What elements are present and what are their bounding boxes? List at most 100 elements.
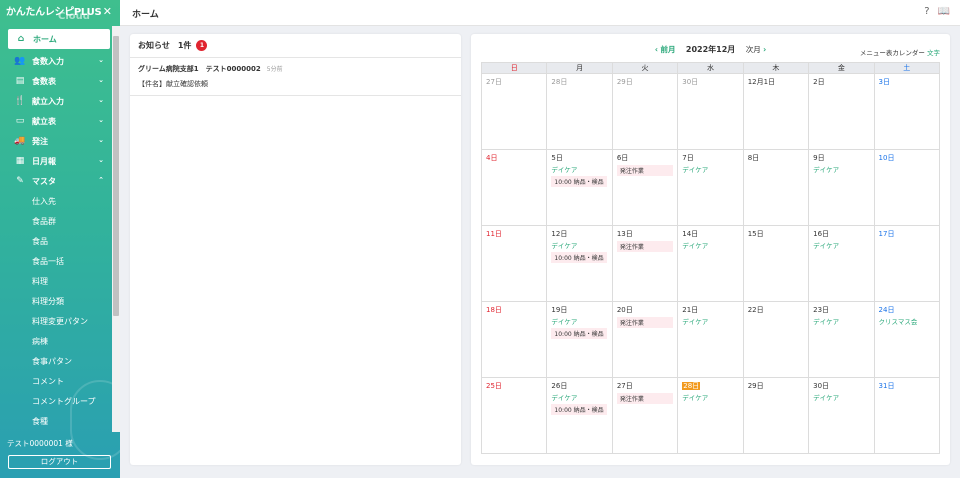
calendar-day-cell[interactable]: 11日 (480, 225, 548, 302)
day-number: 17日 (878, 230, 895, 238)
help-icon[interactable]: ? (924, 6, 929, 17)
calendar-day-cell[interactable]: 3日 (873, 73, 941, 150)
sidebar-subitem[interactable]: 食種 (0, 411, 112, 431)
calendar-day-cell[interactable]: 12月1日 (742, 73, 810, 150)
calendar-day-cell[interactable]: 12日 デイケア 10:00 納品・検品 (546, 225, 613, 302)
calendar-task-tag[interactable]: 10:00 納品・検品 (551, 176, 607, 187)
calendar-event[interactable]: デイケア (813, 392, 869, 402)
calendar-day-cell[interactable]: 19日 デイケア 10:00 納品・検品 (546, 301, 613, 378)
calendar-day-cell[interactable]: 17日 (873, 225, 941, 302)
calendar-day-cell[interactable]: 9日 デイケア (808, 149, 875, 226)
sidebar-item-5[interactable]: 🚚 発注 ⌄ (0, 131, 112, 151)
sidebar-subitem[interactable]: 病棟 (0, 331, 112, 351)
logout-button[interactable]: ログアウト (8, 455, 111, 469)
prev-month-link[interactable]: ‹ 前月 (655, 45, 676, 54)
calendar-day-cell[interactable]: 2日 (808, 73, 875, 150)
user-name: テスト0000001 様 (7, 439, 73, 448)
news-header: お知らせ 1件 1 (130, 34, 461, 58)
sidebar-subitem[interactable]: コメントグループ (0, 391, 112, 411)
calendar-day-cell[interactable]: 31日 (873, 377, 941, 454)
sidebar-scrollbar[interactable] (112, 26, 120, 432)
sidebar-subitem[interactable]: 料理分類 (0, 291, 112, 311)
news-item[interactable]: グリーム病院支部1 テスト0000002 5分前 【件名】献立確認依頼 (130, 58, 461, 96)
sidebar-subitem[interactable]: 食品一括 (0, 251, 112, 271)
sidebar-subitem[interactable]: 仕入先 (0, 191, 112, 211)
calendar-day-cell[interactable]: 23日 デイケア (808, 301, 875, 378)
calendar-day-cell[interactable]: 27日 (480, 73, 548, 150)
calendar-event[interactable]: デイケア (551, 316, 607, 326)
sidebar-item-2[interactable]: ▤ 食数表 ⌄ (0, 71, 112, 91)
close-icon[interactable]: ✕ (103, 5, 112, 18)
calendar-day-cell[interactable]: 29日 (742, 377, 810, 454)
calendar-day-cell[interactable]: 6日 発注作業 (611, 149, 679, 226)
calendar-day-cell[interactable]: 22日 (742, 301, 810, 378)
calendar-event[interactable]: クリスマス会 (879, 316, 935, 326)
calendar-day-cell[interactable]: 20日 発注作業 (611, 301, 679, 378)
sidebar-item-7[interactable]: ✎ マスタ ⌃ (0, 171, 112, 191)
sidebar-item-4[interactable]: ▭ 献立表 ⌄ (0, 111, 112, 131)
chevron-icon: ⌄ (98, 96, 104, 104)
calendar-day-cell[interactable]: 30日デイケア (808, 377, 875, 454)
calendar-day-cell[interactable]: 4日 (480, 149, 548, 226)
calendar-day-cell[interactable]: 15日 (742, 225, 810, 302)
day-number: 13日 (616, 230, 633, 238)
calendar-event[interactable]: デイケア (813, 316, 869, 326)
calendar-day-cell[interactable]: 24日 クリスマス会 (873, 301, 941, 378)
next-month-link[interactable]: 次月 › (746, 45, 766, 54)
day-number: 15日 (747, 230, 764, 238)
calendar-task-tag[interactable]: 10:00 納品・検品 (551, 404, 607, 415)
sidebar-subitem[interactable]: 料理変更パタン (0, 311, 112, 331)
calendar-event[interactable]: デイケア (682, 392, 738, 402)
calendar-task-tag[interactable]: 発注作業 (616, 393, 673, 404)
calendar-task-tag[interactable]: 発注作業 (616, 165, 673, 176)
sidebar-item-6[interactable]: ▦ 日月報 ⌄ (0, 151, 112, 171)
calendar-day-cell[interactable]: 30日 (677, 73, 744, 150)
sidebar-item-label: 献立表 (32, 116, 56, 126)
sidebar-subitem[interactable]: 料理 (0, 271, 112, 291)
sidebar-item-0[interactable]: ⌂ ホーム (8, 29, 110, 49)
calendar-day-cell[interactable]: 10日 (873, 149, 941, 226)
calendar-task-tag[interactable]: 発注作業 (616, 241, 673, 252)
calendar-day-cell[interactable]: 25日 (480, 377, 548, 454)
calendar-task-tag[interactable]: 10:00 納品・検品 (551, 328, 607, 339)
day-number: 30日 (813, 382, 830, 390)
sidebar-item-label: マスタ (32, 176, 56, 186)
news-from: グリーム病院支部1 テスト0000002 (138, 65, 261, 73)
calendar-day-cell[interactable]: 28日 デイケア (677, 377, 744, 454)
calendar-event[interactable]: デイケア (682, 316, 738, 326)
calendar-task-tag[interactable]: 発注作業 (616, 317, 673, 328)
text-mode-link[interactable]: 文字 (927, 49, 940, 57)
sidebar-subitem[interactable]: 食事パタン (0, 351, 112, 371)
calendar-grid: 日月火水木金土 27日 28日 29日 30日 12月1日 2日 3日 4日 5日 デイケア 10:… (480, 62, 941, 454)
sidebar-subitem[interactable]: 食品群 (0, 211, 112, 231)
calendar-day-cell[interactable]: 14日 デイケア (677, 225, 744, 302)
calendar-event[interactable]: デイケア (813, 164, 869, 174)
calendar-day-cell[interactable]: 21日 デイケア (677, 301, 744, 378)
calendar-day-cell[interactable]: 28日 (546, 73, 613, 150)
calendar-day-cell[interactable]: 26日 デイケア 10:00 納品・検品 (546, 377, 613, 454)
sidebar-item-3[interactable]: 🍴 献立入力 ⌄ (0, 91, 112, 111)
sidebar: かんたんレシピPLUS Cloud ✕ ⌂ ホーム 👥 食数入力 ⌄ ▤ 食数表 ⌄ 🍴 献立入力… (0, 0, 120, 478)
day-number: 10日 (878, 154, 895, 162)
sidebar-subitem[interactable]: コメント (0, 371, 112, 391)
calendar-event[interactable]: デイケア (682, 240, 738, 250)
calendar-day-cell[interactable]: 5日 デイケア 10:00 納品・検品 (546, 149, 613, 226)
book-icon[interactable]: 📖 (938, 6, 950, 17)
calendar-task-tag[interactable]: 10:00 納品・検品 (551, 252, 607, 263)
calendar-day-cell[interactable]: 16日 デイケア (808, 225, 875, 302)
calendar-day-cell[interactable]: 8日 (742, 149, 810, 226)
calendar-day-cell[interactable]: 29日 (611, 73, 679, 150)
sidebar-subitem[interactable]: 食品 (0, 231, 112, 251)
calendar-event[interactable]: デイケア (682, 164, 738, 174)
calendar-day-cell[interactable]: 13日発注作業 (611, 225, 679, 302)
calendar-event[interactable]: デイケア (551, 240, 607, 250)
calendar-event[interactable]: デイケア (551, 392, 607, 402)
calendar-day-cell[interactable]: 18日 (480, 301, 548, 378)
sidebar-item-1[interactable]: 👥 食数入力 ⌄ (0, 51, 112, 71)
calendar-event[interactable]: デイケア (551, 164, 607, 174)
calendar-event[interactable]: デイケア (813, 240, 869, 250)
chevron-icon: ⌄ (98, 116, 104, 124)
calendar-day-cell[interactable]: 27日 発注作業 (611, 377, 679, 454)
scrollbar-thumb[interactable] (113, 36, 119, 316)
calendar-day-cell[interactable]: 7日 デイケア (677, 149, 744, 226)
